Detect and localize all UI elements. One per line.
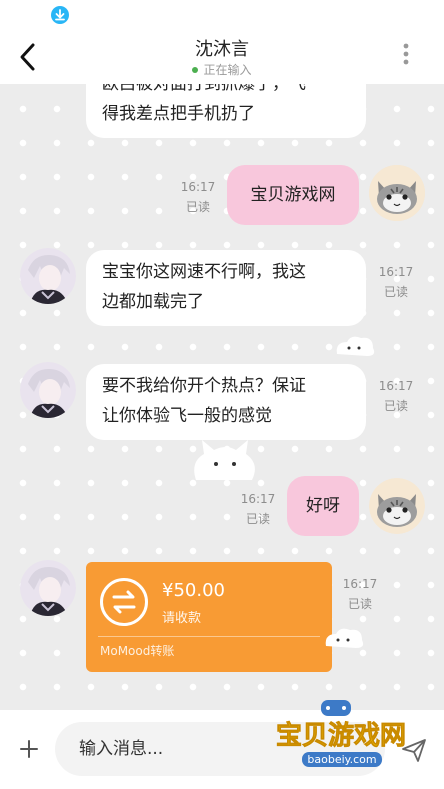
typing-status-text: 正在输入 <box>203 63 252 77</box>
message-meta: 16:17 已读 <box>337 574 383 614</box>
read-receipt: 已读 <box>185 200 210 214</box>
message-text: 宝贝游戏网 <box>250 185 336 205</box>
chat-header: 沈沐言 正在输入 <box>0 28 444 84</box>
message-time: 16:17 <box>240 492 276 506</box>
read-receipt: 已读 <box>347 597 372 611</box>
contact-avatar[interactable] <box>20 248 76 304</box>
chat-area[interactable]: 欧吕被对面打到抓爆了，飞 得我差点把手机扔了 16:17 已读 宝贝游戏网 宝宝… <box>0 84 444 710</box>
watermark-title: 宝贝游戏网 <box>276 720 406 751</box>
money-transfer-card[interactable]: ¥50.00 请收款 MoMood转账 <box>86 562 332 672</box>
transfer-label: 请收款 <box>162 611 202 626</box>
message-bubble[interactable]: 宝贝游戏网 <box>227 165 359 225</box>
contact-avatar[interactable] <box>20 560 76 616</box>
plus-icon[interactable] <box>18 738 40 760</box>
transfer-brand: MoMood转账 <box>100 644 175 658</box>
message-text: 边都加载完了 <box>102 292 204 312</box>
message-time: 16:17 <box>342 577 378 591</box>
message-time: 16:17 <box>378 379 414 393</box>
message-text: 欧吕被对面打到抓爆了，飞 <box>102 84 306 94</box>
message-text: 要不我给你开个热点？保证 <box>102 376 306 396</box>
message-bubble[interactable]: 好呀 <box>287 476 359 536</box>
watermark-url: baobeiy.com <box>307 753 376 766</box>
message-text: 好呀 <box>306 496 340 516</box>
message-text: 宝宝你这网速不行啊，我这 <box>102 262 306 282</box>
read-receipt: 已读 <box>245 512 270 526</box>
message-bubble[interactable]: 欧吕被对面打到抓爆了，飞 得我差点把手机扔了 <box>86 84 366 138</box>
message-bubble[interactable]: 宝宝你这网速不行啊，我这 边都加载完了 <box>86 250 366 326</box>
message-time: 16:17 <box>378 265 414 279</box>
message-meta: 16:17 已读 <box>373 376 419 416</box>
message-meta: 16:17 已读 <box>175 177 221 217</box>
typing-status: 正在输入 <box>0 61 444 78</box>
my-avatar[interactable] <box>369 478 425 534</box>
online-dot <box>192 66 199 73</box>
message-text: 让你体验飞一般的感觉 <box>102 406 272 426</box>
status-bar <box>0 0 444 28</box>
transfer-arrows-icon <box>100 578 148 626</box>
read-receipt: 已读 <box>383 285 408 299</box>
more-icon[interactable] <box>402 42 410 66</box>
read-receipt: 已读 <box>383 399 408 413</box>
cat-sticker <box>190 436 260 490</box>
my-avatar[interactable] <box>369 165 425 221</box>
message-text: 得我差点把手机扔了 <box>102 104 255 124</box>
message-time: 16:17 <box>180 180 216 194</box>
cloud-sticker <box>333 332 377 364</box>
cloud-sticker <box>322 624 366 656</box>
transfer-amount: ¥50.00 <box>162 580 225 601</box>
contact-avatar[interactable] <box>20 362 76 418</box>
message-meta: 16:17 已读 <box>235 489 281 529</box>
divider <box>98 636 320 637</box>
message-meta: 16:17 已读 <box>373 262 419 302</box>
watermark-logo: 宝贝游戏网 baobeiy.com <box>266 700 416 770</box>
message-bubble[interactable]: 要不我给你开个热点？保证 让你体验飞一般的感觉 <box>86 364 366 440</box>
download-icon <box>51 6 69 24</box>
contact-name: 沈沐言 <box>195 39 249 60</box>
